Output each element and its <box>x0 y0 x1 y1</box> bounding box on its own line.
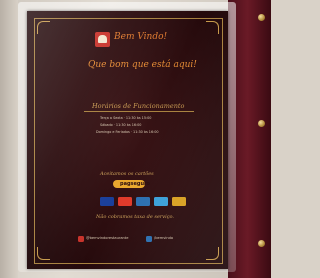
chef-hat-icon <box>98 35 107 43</box>
menu-gold-border <box>34 18 223 264</box>
menu-title: Bem Vindo! <box>114 32 168 42</box>
facebook-handle: /bemvindo <box>154 236 174 240</box>
visa-card-icon <box>100 197 114 206</box>
facebook-icon <box>146 236 152 242</box>
folder-rivet <box>258 14 265 21</box>
folder-rivet <box>258 120 265 127</box>
folder-rivet <box>258 240 265 247</box>
hours-line: Sábado · 11:30 às 16:00 <box>100 123 142 127</box>
ornament-corner <box>206 247 219 260</box>
photo-scene: Bem Vindo! Que bom que está aqui! Horári… <box>0 0 271 278</box>
amex-card-icon <box>154 197 168 206</box>
hours-line: Domingo e Feriados · 11:30 às 16:00 <box>96 130 159 134</box>
mastercard-card-icon <box>118 197 132 206</box>
instagram-icon <box>78 236 84 242</box>
service-fee-note: Não cobramos taxa de serviço. <box>96 214 175 220</box>
hipercard-card-icon <box>172 197 186 206</box>
hours-divider <box>84 111 194 112</box>
ornament-corner <box>206 21 219 34</box>
ornament-corner <box>37 247 50 260</box>
ornament-corner <box>37 21 50 34</box>
pagseguro-label: pagseguro <box>120 180 150 187</box>
hours-line: Terça a Sexta · 11:30 às 15:00 <box>100 116 152 120</box>
instagram-handle: @bemvindorestaurante <box>86 236 129 240</box>
menu-subtitle: Que bom que está aqui! <box>88 60 197 70</box>
background-frame <box>0 0 18 278</box>
hours-heading: Horários de Funcionamento <box>92 102 185 110</box>
elo-card-icon <box>136 197 150 206</box>
payment-heading: Aceitamos os cartões <box>100 171 154 177</box>
